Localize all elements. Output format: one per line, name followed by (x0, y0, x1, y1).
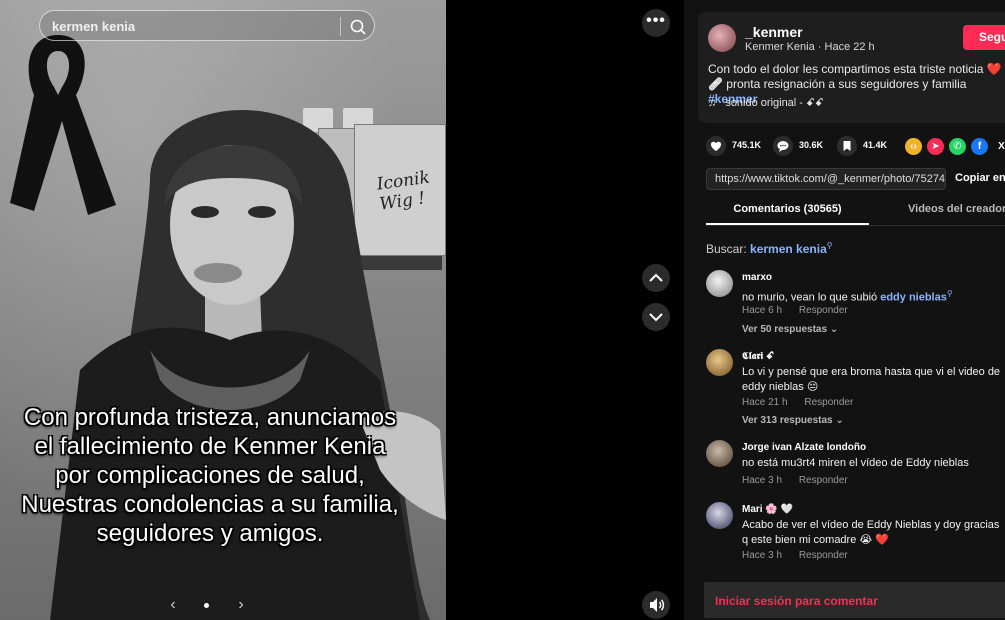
search-input[interactable]: kermen kenia (52, 19, 135, 34)
send-icon[interactable]: ➤ (927, 138, 944, 155)
comment-meta: Hace 3 h Responder (742, 550, 862, 561)
reply-button[interactable]: Responder (799, 475, 848, 486)
whatsapp-icon[interactable]: ✆ (949, 138, 966, 155)
follow-button[interactable]: Segu (963, 25, 1005, 50)
photo-viewer[interactable]: Iconik Wig ! kermen kenia Con profunda t… (0, 0, 446, 620)
comment-tabs: Comentarios (30565) Videos del creador (706, 203, 1005, 226)
facebook-icon[interactable]: f (971, 138, 988, 155)
previous-video-button[interactable] (642, 264, 670, 292)
view-replies-button[interactable]: Ver 50 respuestas ⌄ (742, 324, 838, 335)
next-video-button[interactable] (642, 303, 670, 331)
photo-carousel: ‹ › (160, 596, 256, 614)
embed-icon[interactable]: ‹› (905, 138, 922, 155)
author-display-name: Kenmer Kenia (745, 41, 815, 53)
save-count: 41.4K (863, 140, 888, 150)
comment-time: Hace 3 h (742, 475, 783, 486)
post-url-field[interactable]: https://www.tiktok.com/@_kenmer/photo/75… (706, 168, 946, 190)
commenter-avatar[interactable] (706, 270, 733, 297)
action-row: 745.1K 30.6K 41.4K ‹› ➤ ✆ f X (706, 136, 1005, 156)
commenter-name[interactable]: marxo (742, 272, 772, 283)
sound-name: sonido original - ꗃꗃ (725, 97, 824, 109)
search-icon[interactable] (348, 17, 368, 37)
author-avatar[interactable] (708, 24, 736, 52)
next-photo-button[interactable]: › (232, 596, 250, 614)
search-small-icon: ⚲ (826, 241, 833, 250)
reply-button[interactable]: Responder (799, 305, 848, 316)
carousel-dot[interactable] (204, 603, 209, 608)
comment-body: no murio, vean lo que subió (742, 291, 878, 304)
comment-text: Lo vi y pensé que era broma hasta que vi… (742, 365, 1005, 395)
x-icon[interactable]: X (993, 138, 1005, 155)
search-prefix: Buscar: (706, 242, 747, 256)
chevron-up-icon (649, 273, 663, 282)
commenter-name[interactable]: Mari 🌸 🤍 (742, 504, 793, 515)
tab-comments[interactable]: Comentarios (30565) (706, 203, 869, 225)
comment-item: 𝕮𝖑𝖆𝖗𝖎 ꗃ Lo vi y pensé que era broma hast… (706, 349, 1005, 429)
commenter-name[interactable]: Jorge ivan Alzate londoño (742, 442, 866, 453)
keyword-search-icon: ⚲ (946, 289, 953, 298)
copy-link-button[interactable]: Copiar enla (955, 172, 1005, 184)
comment-meta: Hace 6 h Responder (742, 305, 862, 316)
view-replies-label: Ver 313 respuestas (742, 415, 833, 426)
comment-icon (773, 136, 793, 156)
like-count: 745.1K (732, 140, 762, 150)
comment-time: Hace 21 h (742, 397, 788, 408)
view-replies-button[interactable]: Ver 313 respuestas ⌄ (742, 415, 844, 426)
music-note-icon: ♫ (708, 97, 717, 109)
sound-link[interactable]: ♫ sonido original - ꗃꗃ (708, 97, 824, 110)
link-row: https://www.tiktok.com/@_kenmer/photo/75… (706, 168, 1005, 190)
photo-caption: Con profunda tristeza, anunciamos el fal… (21, 404, 399, 547)
mourning-ribbon-icon (10, 35, 116, 215)
meta-separator: · (817, 41, 825, 53)
chevron-down-icon: ⌄ (835, 415, 844, 426)
search-bar[interactable]: kermen kenia (39, 10, 375, 41)
comment-login-bar[interactable]: Iniciar sesión para comentar (704, 582, 1005, 618)
comment-keyword-link[interactable]: eddy nieblas (880, 292, 947, 304)
comment-count: 30.6K (799, 140, 824, 150)
more-options-button[interactable]: ••• (642, 9, 670, 37)
search-suggestion[interactable]: Buscar: kermen kenia⚲ (706, 241, 833, 256)
comment-item: Jorge ivan Alzate londoño no está mu3rt4… (706, 440, 1005, 490)
comment-item: marxo no murio, vean lo que subió eddy n… (706, 270, 1005, 340)
comment-body: Acabo de ver el vídeo de Eddy Nieblas y … (742, 519, 1000, 546)
comment-body: no está mu3rt4 miren el vídeo de Eddy ni… (742, 457, 969, 469)
author-username[interactable]: _kenmer (745, 24, 803, 40)
comment-body: Lo vi y pensé que era broma hasta que vi… (742, 366, 1001, 393)
prev-photo-button[interactable]: ‹ (164, 596, 182, 614)
comment-time: Hace 3 h (742, 550, 783, 561)
view-replies-label: Ver 50 respuestas (742, 324, 828, 335)
search-keyword[interactable]: kermen kenia (750, 242, 827, 256)
commenter-name[interactable]: 𝕮𝖑𝖆𝖗𝖎 ꗃ (742, 351, 774, 362)
comment-meta: Hace 3 h Responder (742, 475, 862, 486)
search-divider (340, 17, 341, 36)
author-meta: Kenmer Kenia · Hace 22 h (745, 41, 875, 53)
comment-meta: Hace 21 h Responder (742, 397, 867, 408)
comment-item: Mari 🌸 🤍 Acabo de ver el vídeo de Eddy N… (706, 502, 1005, 566)
tab-creator-videos[interactable]: Videos del creador (908, 203, 1005, 225)
comments-panel: _kenmer Kenmer Kenia · Hace 22 h Segu Co… (684, 0, 1005, 620)
comment-text: no está mu3rt4 miren el vídeo de Eddy ni… (742, 456, 1005, 471)
post-info-card: _kenmer Kenmer Kenia · Hace 22 h Segu Co… (698, 12, 1005, 123)
commenter-avatar[interactable] (706, 502, 733, 529)
reply-button[interactable]: Responder (799, 550, 848, 561)
comment-text: no murio, vean lo que subió eddy nieblas… (742, 286, 1005, 306)
comment-text: Acabo de ver el vídeo de Eddy Nieblas y … (742, 518, 1005, 548)
commenter-avatar[interactable] (706, 440, 733, 467)
chevron-down-icon (649, 313, 663, 322)
login-to-comment-button[interactable]: Iniciar sesión para comentar (715, 594, 878, 608)
reply-button[interactable]: Responder (804, 397, 853, 408)
comment-time: Hace 6 h (742, 305, 783, 316)
chevron-down-icon: ⌄ (829, 324, 839, 335)
commenter-avatar[interactable] (706, 349, 733, 376)
volume-button[interactable] (642, 591, 670, 619)
bookmark-icon (837, 136, 857, 156)
post-time: Hace 22 h (824, 41, 875, 53)
speaker-icon (650, 598, 665, 612)
heart-icon (706, 136, 726, 156)
description-text: Con todo el dolor les compartimos esta t… (708, 62, 1002, 91)
